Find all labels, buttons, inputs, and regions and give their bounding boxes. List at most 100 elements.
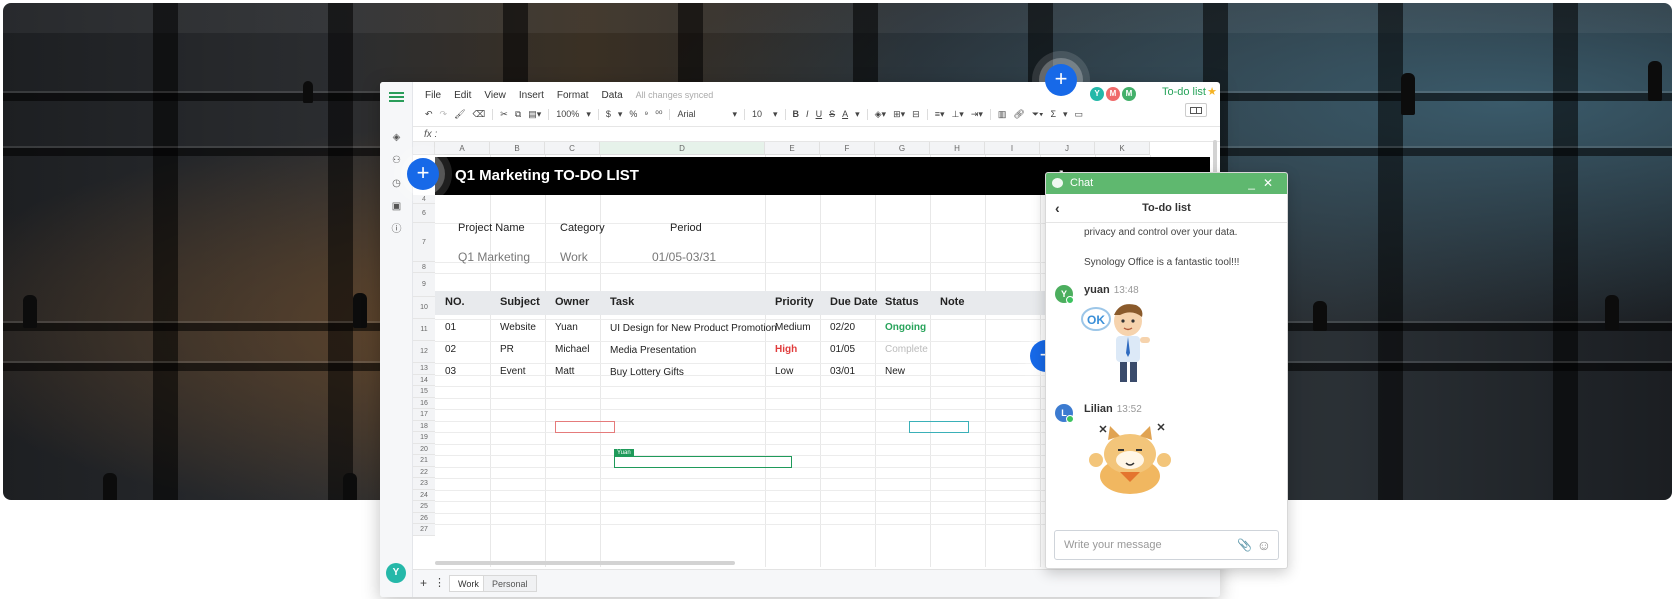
menu-icon[interactable] xyxy=(389,90,404,102)
table-header[interactable]: Subject xyxy=(500,296,540,308)
table-cell[interactable]: 02/20 xyxy=(830,322,855,333)
emoji-icon[interactable]: ☺ xyxy=(1257,531,1271,559)
table-cell[interactable]: 03/01 xyxy=(830,366,855,377)
font-size-select[interactable]: 10 xyxy=(752,109,766,119)
column-header[interactable]: C xyxy=(545,142,600,155)
collaborator-avatar[interactable]: M xyxy=(1122,87,1136,101)
row-header[interactable]: 27 xyxy=(413,524,435,536)
column-header[interactable]: K xyxy=(1095,142,1150,155)
column-header[interactable]: B xyxy=(490,142,545,155)
column-header[interactable]: J xyxy=(1040,142,1095,155)
row-header[interactable]: 21 xyxy=(413,455,435,467)
text-color-button[interactable]: A xyxy=(842,109,848,119)
table-cell[interactable]: Website xyxy=(500,322,536,333)
sheet-menu-button[interactable]: ⋮ xyxy=(434,576,445,589)
user-avatar[interactable]: L xyxy=(1055,404,1074,423)
row-header[interactable]: 23 xyxy=(413,478,435,490)
decimal-more-icon[interactable]: ⁰⁰ xyxy=(655,109,662,120)
corner-cell[interactable] xyxy=(413,142,435,155)
row-header[interactable]: 25 xyxy=(413,501,435,513)
paste-icon[interactable]: ▤▾ xyxy=(528,109,541,120)
table-cell[interactable]: 01/05 xyxy=(830,344,855,355)
plus-hotspot-button[interactable]: + xyxy=(1045,64,1077,96)
info-icon[interactable]: ⓘ xyxy=(389,222,404,237)
row-header[interactable]: 10 xyxy=(413,297,435,319)
row-header[interactable]: 8 xyxy=(413,262,435,273)
align-left-icon[interactable]: ≡▾ xyxy=(935,109,945,120)
valign-icon[interactable]: ⊥▾ xyxy=(951,109,963,120)
column-header[interactable]: A xyxy=(435,142,490,155)
user-avatar[interactable]: Y xyxy=(1055,285,1074,304)
table-cell[interactable]: Buy Lottery Gifts xyxy=(610,367,684,378)
currency-format[interactable]: $ xyxy=(606,109,611,119)
table-cell[interactable]: Matt xyxy=(555,366,574,377)
table-header[interactable]: NO. xyxy=(445,296,465,308)
column-header[interactable]: E xyxy=(765,142,820,155)
status-cell[interactable]: Complete xyxy=(885,344,928,355)
tab-personal[interactable]: Personal xyxy=(483,575,537,592)
row-header[interactable]: 18 xyxy=(413,420,435,432)
row-header[interactable]: 9 xyxy=(413,273,435,297)
row-header[interactable]: 13 xyxy=(413,363,435,375)
link-icon[interactable]: 🔗︎ xyxy=(1013,109,1024,120)
table-cell[interactable]: UI Design for New Product Promotion xyxy=(610,323,777,334)
column-header[interactable]: F xyxy=(820,142,875,155)
period-value[interactable]: 01/05-03/31 xyxy=(652,250,716,264)
filter-icon[interactable]: ⏷▾ xyxy=(1032,109,1044,120)
row-header[interactable]: 12 xyxy=(413,341,435,363)
horizontal-scrollbar[interactable] xyxy=(435,561,735,565)
row-header[interactable]: 19 xyxy=(413,432,435,444)
table-cell[interactable]: 03 xyxy=(445,366,456,377)
message-input[interactable]: Write your message 📎 ☺ xyxy=(1054,530,1279,560)
table-cell[interactable]: Low xyxy=(775,366,793,377)
history-icon[interactable]: ◷ xyxy=(389,176,404,191)
zoom-select[interactable]: 100% xyxy=(556,109,579,119)
copy-icon[interactable]: ⧉ xyxy=(515,109,521,120)
paint-format-icon[interactable]: 🖌︎ xyxy=(454,109,465,120)
font-select[interactable]: Arial xyxy=(677,109,725,119)
period-label[interactable]: Period xyxy=(670,222,702,234)
wrap-text-icon[interactable]: ⇥▾ xyxy=(971,109,983,120)
redo-icon[interactable]: ↷ xyxy=(440,109,448,120)
row-header[interactable]: 4 xyxy=(413,195,435,204)
menu-data[interactable]: Data xyxy=(602,90,623,101)
table-header[interactable]: Due Date xyxy=(830,296,878,308)
table-cell[interactable]: Yuan xyxy=(555,322,578,333)
strikethrough-button[interactable]: S xyxy=(829,109,835,119)
menu-file[interactable]: File xyxy=(425,90,441,101)
underline-button[interactable]: U xyxy=(816,109,823,119)
status-cell[interactable]: Ongoing xyxy=(885,322,926,333)
formula-bar[interactable]: fx : xyxy=(413,126,1220,142)
share-user-icon[interactable]: ⚇ xyxy=(389,153,404,168)
chart-icon[interactable]: ▥ xyxy=(998,109,1007,120)
row-header[interactable]: 11 xyxy=(413,319,435,341)
minimize-icon[interactable]: _ xyxy=(1248,176,1263,190)
borders-icon[interactable]: ⊞▾ xyxy=(893,109,905,120)
category-label[interactable]: Category xyxy=(560,222,605,234)
column-header[interactable]: G xyxy=(875,142,930,155)
row-header[interactable]: 17 xyxy=(413,409,435,421)
table-header[interactable]: Status xyxy=(885,296,919,308)
undo-icon[interactable]: ↶ xyxy=(425,109,433,120)
row-header[interactable]: 6 xyxy=(413,204,435,223)
category-value[interactable]: Work xyxy=(560,250,588,264)
add-sheet-button[interactable]: + xyxy=(420,576,427,590)
table-cell[interactable]: Medium xyxy=(775,322,811,333)
fill-color-icon[interactable]: ◈▾ xyxy=(875,109,886,120)
table-cell[interactable]: 02 xyxy=(445,344,456,355)
table-cell[interactable]: PR xyxy=(500,344,514,355)
table-header[interactable]: Owner xyxy=(555,296,589,308)
attach-icon[interactable]: 📎 xyxy=(1237,531,1252,559)
menu-insert[interactable]: Insert xyxy=(519,90,544,101)
bold-button[interactable]: B xyxy=(793,109,800,119)
table-header[interactable]: Priority xyxy=(775,296,814,308)
star-icon[interactable]: ★ xyxy=(1207,85,1217,98)
row-header[interactable]: 16 xyxy=(413,397,435,409)
project-name-label[interactable]: Project Name xyxy=(458,222,525,234)
menu-edit[interactable]: Edit xyxy=(454,90,471,101)
column-header[interactable]: I xyxy=(985,142,1040,155)
priority-cell[interactable]: High xyxy=(775,344,797,355)
lock-icon[interactable]: ▣ xyxy=(389,199,404,214)
project-name-value[interactable]: Q1 Marketing xyxy=(458,250,530,264)
sum-button[interactable]: Σ xyxy=(1050,109,1056,119)
